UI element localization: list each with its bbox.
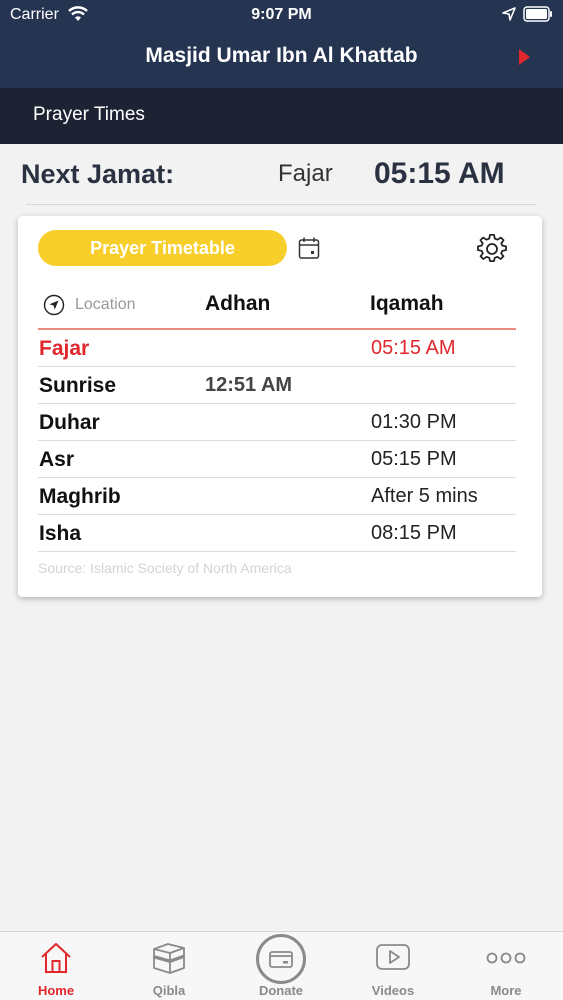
- iqamah-header: Iqamah: [370, 292, 444, 315]
- prayer-timetable-button[interactable]: Prayer Timetable: [38, 230, 287, 266]
- status-time: 9:07 PM: [251, 6, 312, 23]
- prayer-name: Sunrise: [39, 374, 117, 397]
- next-jamat-time: 05:15 AM: [374, 157, 505, 190]
- play-icon: [376, 944, 410, 970]
- iqamah-time: 01:30 PM: [371, 411, 457, 433]
- tab-label: Qibla: [152, 983, 186, 998]
- prayer-name: Maghrib: [39, 485, 121, 508]
- prayer-row-duhar: Duhar 01:30 PM: [38, 404, 516, 441]
- card-icon: [269, 951, 293, 968]
- prayer-name: Isha: [39, 522, 82, 545]
- more-icon: [486, 952, 526, 964]
- tab-label: More: [490, 983, 522, 998]
- next-jamat-prayer: Fajar: [278, 160, 333, 187]
- tab-label: Home: [37, 983, 75, 998]
- section-title: Prayer Times: [33, 104, 145, 125]
- prayer-row-isha: Isha 08:15 PM: [38, 515, 516, 552]
- home-icon: [41, 943, 71, 973]
- prayer-row-maghrib: Maghrib After 5 mins: [38, 478, 516, 515]
- prayer-row-fajar: Fajar 05:15 AM: [38, 330, 516, 367]
- gear-icon[interactable]: [476, 233, 508, 265]
- prayer-name: Duhar: [39, 411, 100, 434]
- prayer-times-card: Prayer Timetable Location Adhan Iqamah F…: [18, 216, 542, 597]
- next-jamat-label: Next Jamat:: [21, 159, 175, 189]
- tab-label: Videos: [371, 983, 415, 998]
- adhan-time: 12:51 AM: [205, 374, 293, 396]
- tab-donate[interactable]: Donate: [225, 932, 337, 1000]
- tab-bar: Home Qibla Donate Videos More: [0, 931, 563, 1000]
- mosque-title: Masjid Umar Ibn Al Khattab: [145, 44, 418, 67]
- play-arrow-icon[interactable]: [518, 49, 530, 65]
- kaaba-icon: [153, 943, 185, 974]
- iqamah-time: 05:15 PM: [371, 448, 457, 470]
- location-arrow-icon: [502, 7, 516, 21]
- prayer-name: Asr: [39, 448, 75, 471]
- calendar-icon[interactable]: [298, 236, 320, 260]
- navigation-icon[interactable]: [43, 294, 65, 316]
- app-header: Carrier 9:07 PM Masjid Umar Ibn Al Khatt…: [0, 0, 563, 88]
- tab-videos[interactable]: Videos: [337, 932, 449, 1000]
- tab-more[interactable]: More: [450, 932, 562, 1000]
- status-bar: Carrier 9:07 PM: [0, 0, 563, 30]
- divider: [26, 204, 536, 205]
- iqamah-time: 08:15 PM: [371, 522, 457, 544]
- iqamah-time: After 5 mins: [371, 485, 478, 507]
- prayer-row-asr: Asr 05:15 PM: [38, 441, 516, 478]
- adhan-header: Adhan: [205, 292, 271, 315]
- tab-home[interactable]: Home: [0, 932, 112, 1000]
- location-label[interactable]: Location: [75, 296, 136, 314]
- prayer-row-sunrise: Sunrise 12:51 AM: [38, 367, 516, 404]
- tab-qibla[interactable]: Qibla: [113, 932, 225, 1000]
- section-header: Prayer Times: [0, 88, 563, 144]
- battery-icon: [523, 6, 552, 22]
- source-note: Source: Islamic Society of North America: [38, 560, 292, 576]
- prayer-name: Fajar: [39, 337, 90, 360]
- iqamah-time: 05:15 AM: [371, 337, 456, 359]
- next-jamat-row: Next Jamat: Fajar 05:15 AM: [0, 144, 563, 206]
- tab-label: Donate: [258, 983, 304, 998]
